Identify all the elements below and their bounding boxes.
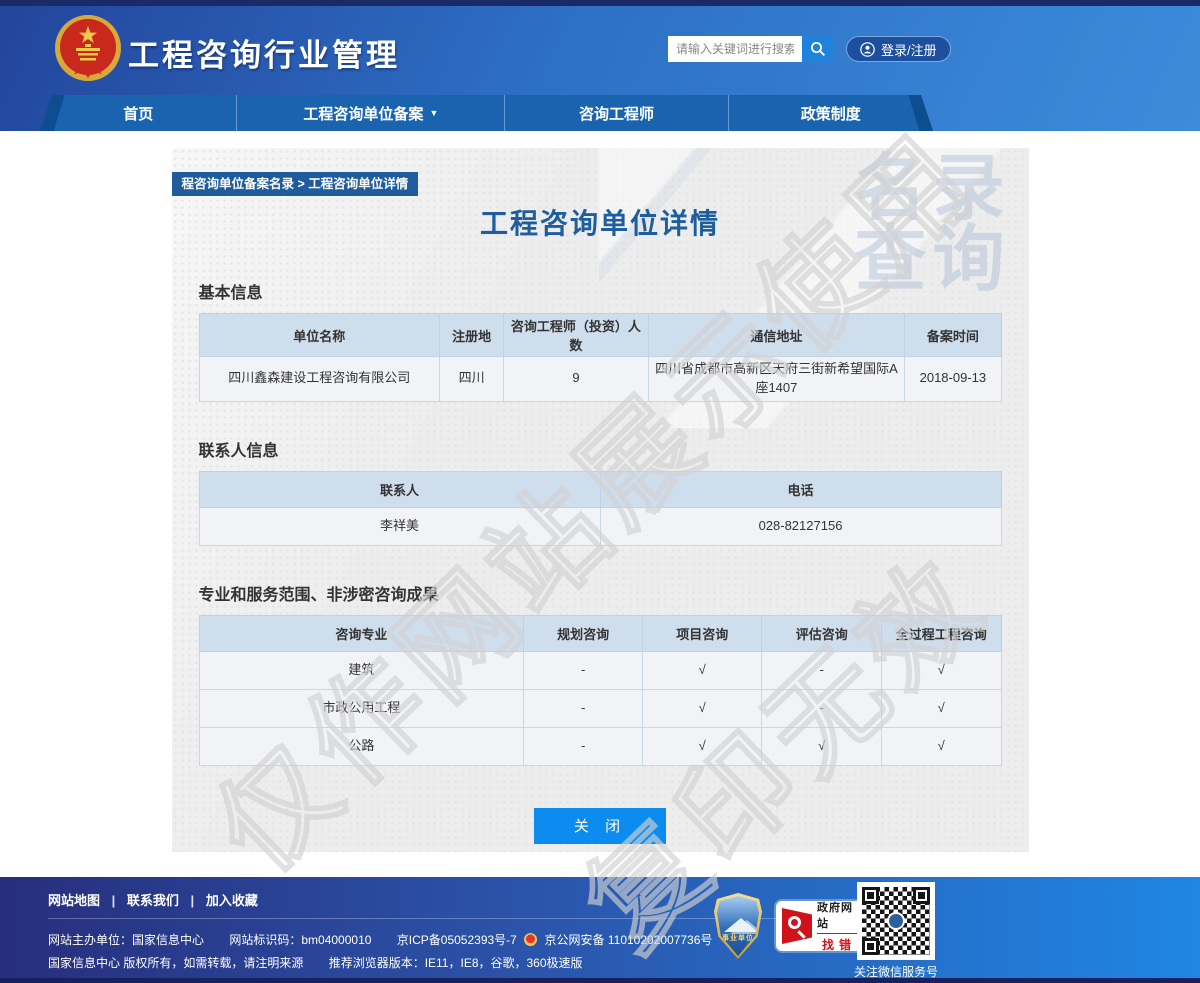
nav-item-label: 政策制度	[801, 103, 861, 124]
login-register-label: 登录/注册	[881, 40, 937, 59]
column-header: 全过程工程咨询	[881, 615, 1001, 651]
chevron-down-icon: ▼	[429, 108, 438, 118]
flag-cell: √	[881, 727, 1001, 765]
shield-badge-label: 事业单位	[717, 933, 759, 943]
record-date-cell: 2018-09-13	[905, 357, 1001, 402]
column-header: 电话	[600, 471, 1001, 507]
table-row: 四川鑫森建设工程咨询有限公司 四川 9 四川省成都市高新区天府三街新希望国际A座…	[199, 357, 1001, 402]
public-institution-badge[interactable]: 事业单位	[714, 893, 762, 959]
link-separator: |	[191, 893, 195, 908]
section-title-services: 专业和服务范围、非涉密咨询成果	[199, 581, 1002, 605]
magnifier-flag-icon	[782, 908, 812, 944]
engineer-count-cell: 9	[504, 357, 648, 402]
table-header-row: 咨询专业 规划咨询 项目咨询 评估咨询 全过程工程咨询	[199, 615, 1001, 651]
bottom-border	[0, 978, 1200, 983]
search-icon	[810, 41, 826, 57]
flag-cell: -	[762, 689, 881, 727]
table-row: 公路 - √ √ √	[199, 727, 1001, 765]
table-header-row: 单位名称 注册地 咨询工程师（投资）人数 通信地址 备案时间	[199, 314, 1001, 357]
footer-link-sitemap[interactable]: 网站地图	[48, 893, 100, 908]
section-title-contact-info: 联系人信息	[199, 437, 1002, 461]
flag-cell: -	[524, 651, 643, 689]
nav-item-consulting-engineer[interactable]: 咨询工程师	[504, 95, 727, 131]
basic-info-table: 单位名称 注册地 咨询工程师（投资）人数 通信地址 备案时间 四川鑫森建设工程咨…	[199, 313, 1002, 402]
address-cell: 四川省成都市高新区天府三街新希望国际A座1407	[648, 357, 905, 402]
qr-center-logo-icon	[887, 912, 905, 930]
flag-cell: -	[524, 689, 643, 727]
nav-item-policy[interactable]: 政策制度	[728, 95, 933, 131]
nav-item-unit-registry[interactable]: 工程咨询单位备案 ▼	[236, 95, 504, 131]
browser-recommendation: 推荐浏览器版本：IE11，IE8，谷歌，360极速版	[329, 956, 583, 970]
police-badge-icon	[524, 933, 537, 946]
footer: 网站地图 | 联系我们 | 加入收藏 网站主办单位：国家信息中心 网站标识码：b…	[0, 877, 1200, 978]
services-table: 咨询专业 规划咨询 项目咨询 评估咨询 全过程工程咨询 建筑 - √ - √ 市…	[199, 615, 1002, 766]
column-header: 注册地	[440, 314, 504, 357]
specialty-cell: 建筑	[199, 651, 524, 689]
column-header: 规划咨询	[524, 615, 643, 651]
search-box	[668, 36, 833, 62]
unit-name-cell: 四川鑫森建设工程咨询有限公司	[199, 357, 440, 402]
nav-item-label: 工程咨询单位备案	[303, 103, 423, 124]
registered-place-cell: 四川	[440, 357, 504, 402]
wechat-qr-code	[857, 882, 935, 960]
site-code: 网站标识码：bm04000010	[229, 933, 371, 947]
table-row: 市政公用工程 - √ - √	[199, 689, 1001, 727]
column-header: 评估咨询	[762, 615, 881, 651]
error-badge-action: 找错	[822, 936, 856, 953]
column-header: 项目咨询	[643, 615, 762, 651]
login-register-button[interactable]: 登录/注册	[846, 36, 951, 62]
qr-finder-icon	[862, 938, 879, 955]
close-button[interactable]: 关 闭	[534, 808, 666, 844]
nav-item-label: 首页	[123, 103, 153, 124]
flag-cell: √	[881, 689, 1001, 727]
nav-item-home[interactable]: 首页	[40, 95, 236, 131]
main-panel: 程咨询单位备案名录 > 工程咨询单位详情 名录 查询 工程咨询单位详情 基本信息…	[172, 148, 1029, 852]
search-button[interactable]	[802, 36, 833, 62]
host-org: 网站主办单位：国家信息中心	[48, 933, 204, 947]
national-emblem-logo	[54, 14, 122, 82]
flag-cell: √	[643, 689, 762, 727]
psb-number: 京公网安备 11010202007736号	[545, 933, 713, 947]
flag-cell: √	[643, 651, 762, 689]
qr-finder-icon	[913, 887, 930, 904]
breadcrumb[interactable]: 程咨询单位备案名录 > 工程咨询单位详情	[172, 172, 419, 196]
icp-number: 京ICP备05052393号-7	[397, 933, 517, 947]
table-header-row: 联系人 电话	[199, 471, 1001, 507]
column-header: 咨询工程师（投资）人数	[504, 314, 648, 357]
flag-cell: √	[881, 651, 1001, 689]
shield-icon: 事业单位	[717, 896, 759, 956]
flag-cell: √	[643, 727, 762, 765]
column-header: 咨询专业	[199, 615, 524, 651]
footer-gap	[0, 852, 1200, 877]
footer-link-contact[interactable]: 联系我们	[127, 893, 179, 908]
table-row: 建筑 - √ - √	[199, 651, 1001, 689]
search-input[interactable]	[668, 36, 802, 62]
column-header: 通信地址	[648, 314, 905, 357]
user-icon	[860, 42, 875, 57]
main-nav: 首页 工程咨询单位备案 ▼ 咨询工程师 政策制度	[40, 95, 933, 131]
section-title-basic-info: 基本信息	[199, 279, 1002, 303]
table-row: 李祥美 028-82127156	[199, 507, 1001, 545]
qr-caption: 关注微信服务号	[852, 963, 940, 980]
nav-item-label: 咨询工程师	[579, 103, 654, 124]
footer-link-favorite[interactable]: 加入收藏	[206, 893, 258, 908]
contact-name-cell: 李祥美	[199, 507, 600, 545]
contact-info-table: 联系人 电话 李祥美 028-82127156	[199, 471, 1002, 546]
column-header: 备案时间	[905, 314, 1001, 357]
flag-cell: -	[524, 727, 643, 765]
flag-cell: √	[762, 727, 881, 765]
flag-cell: -	[762, 651, 881, 689]
copyright: 国家信息中心 版权所有，如需转载，请注明来源	[48, 956, 303, 970]
header: 工程咨询行业管理 登录/注册 首页 工程咨询单位备案 ▼	[0, 6, 1200, 131]
gov-site-error-badge[interactable]: 政府网站 找错	[776, 901, 862, 951]
column-header: 联系人	[199, 471, 600, 507]
specialty-cell: 公路	[199, 727, 524, 765]
phone-cell: 028-82127156	[600, 507, 1001, 545]
specialty-cell: 市政公用工程	[199, 689, 524, 727]
qr-finder-icon	[862, 887, 879, 904]
site-title: 工程咨询行业管理	[128, 30, 400, 75]
column-header: 单位名称	[199, 314, 440, 357]
link-separator: |	[112, 893, 116, 908]
